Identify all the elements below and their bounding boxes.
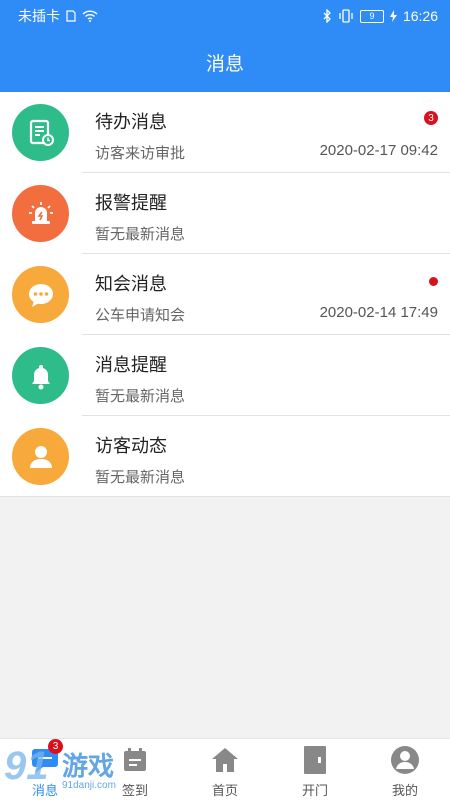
tab-label: 签到: [121, 783, 148, 798]
message-subtitle: 暂无最新消息: [95, 469, 186, 486]
bottom-tab-bar: 3 消息 签到 首页 开门 我的: [0, 738, 450, 801]
message-item-visitor[interactable]: 访客动态 暂无最新消息: [0, 416, 450, 497]
door-icon: [299, 745, 331, 775]
message-title: 待办消息: [95, 112, 167, 132]
tab-label: 开门: [301, 783, 328, 798]
tab-home[interactable]: 首页: [180, 739, 270, 801]
message-title: 知会消息: [95, 274, 167, 294]
visitor-avatar: [12, 428, 69, 485]
page-header: 消息: [0, 32, 450, 92]
status-bar: 未插卡 9 16:26: [0, 0, 450, 32]
message-subtitle: 暂无最新消息: [95, 226, 186, 243]
bell-icon: [31, 364, 50, 389]
todo-avatar: [12, 104, 69, 161]
message-time: 2020-02-17 09:42: [319, 142, 438, 159]
tab-profile[interactable]: 我的: [360, 739, 450, 801]
user-icon: [389, 745, 421, 775]
alarm-icon: [28, 201, 53, 224]
message-title: 消息提醒: [95, 355, 167, 375]
bluetooth-icon: [323, 9, 331, 23]
tab-label: 消息: [31, 783, 58, 798]
checkin-icon: [119, 745, 151, 775]
divider: [0, 496, 450, 497]
tab-badge: 3: [48, 739, 63, 754]
chat-icon: [28, 283, 53, 307]
message-time: 2020-02-14 17:49: [319, 304, 438, 321]
message-item-alarm[interactable]: 报警提醒 暂无最新消息: [0, 173, 450, 254]
message-item-todo[interactable]: 待办消息 访客来访审批 2020-02-17 09:42 3: [0, 92, 450, 173]
reminder-avatar: [12, 347, 69, 404]
message-list: 待办消息 访客来访审批 2020-02-17 09:42 3 报警提醒 暂无最新…: [0, 92, 450, 497]
message-item-reminder[interactable]: 消息提醒 暂无最新消息: [0, 335, 450, 416]
wifi-icon: [82, 10, 98, 22]
vibrate-icon: [339, 9, 353, 23]
notify-avatar: [12, 266, 69, 323]
carrier-text: 未插卡: [18, 8, 60, 24]
message-title: 报警提醒: [95, 193, 167, 213]
page-title: 消息: [205, 53, 244, 75]
home-icon: [209, 745, 241, 775]
tab-messages[interactable]: 3 消息: [0, 739, 90, 801]
clock: 16:26: [402, 8, 438, 24]
alarm-avatar: [12, 185, 69, 242]
unread-count-badge: 3: [424, 111, 438, 125]
battery-icon: 9: [359, 9, 384, 23]
sim-icon: [66, 10, 76, 22]
tab-checkin[interactable]: 签到: [90, 739, 180, 801]
tab-label: 首页: [211, 783, 238, 798]
message-subtitle: 访客来访审批: [95, 145, 186, 162]
person-icon: [29, 445, 52, 468]
tab-door[interactable]: 开门: [270, 739, 360, 801]
message-subtitle: 公车申请知会: [95, 307, 186, 324]
tab-label: 我的: [391, 783, 418, 798]
unread-dot: [429, 277, 438, 286]
message-item-notify[interactable]: 知会消息 公车申请知会 2020-02-14 17:49: [0, 254, 450, 335]
message-title: 访客动态: [95, 436, 167, 456]
charging-icon: [389, 10, 397, 22]
todo-icon: [29, 119, 54, 146]
message-subtitle: 暂无最新消息: [95, 388, 186, 405]
